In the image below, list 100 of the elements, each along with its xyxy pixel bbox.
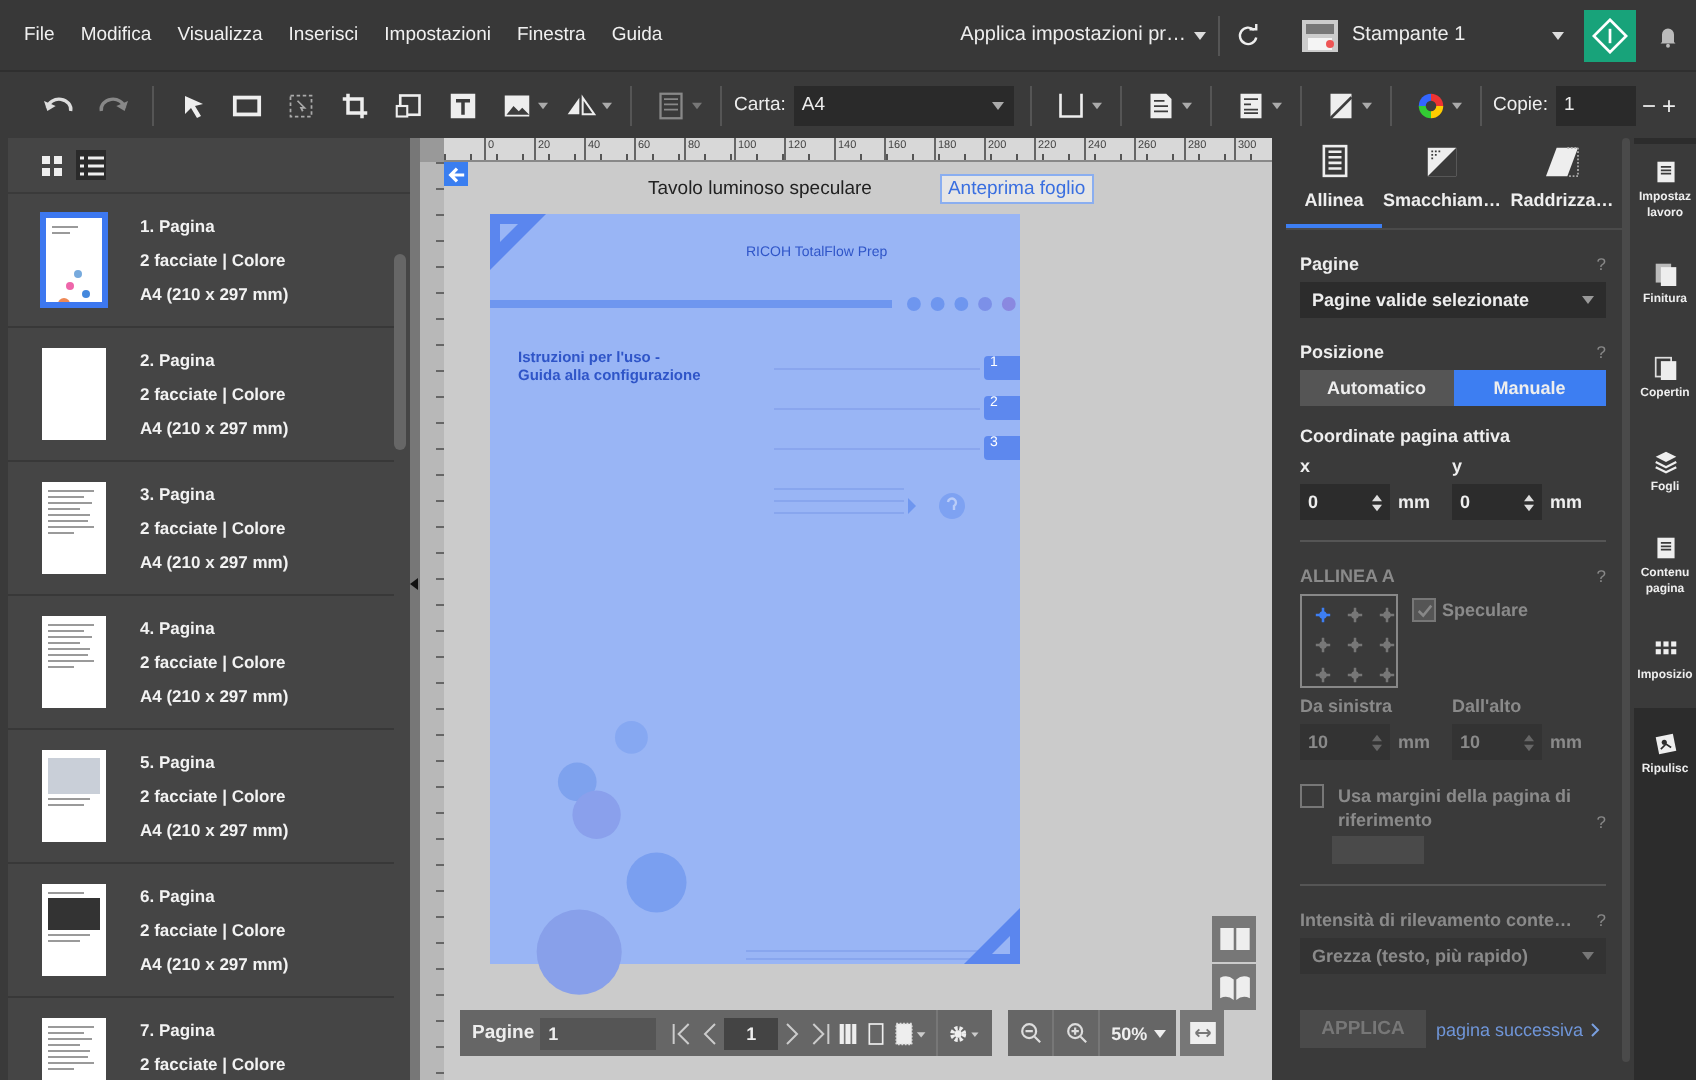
caret-icon xyxy=(1153,1029,1166,1037)
x-field[interactable]: 0 xyxy=(1300,484,1390,520)
first-page-icon[interactable] xyxy=(672,1021,693,1045)
unit-label: mm xyxy=(1398,492,1431,512)
decrement-button[interactable]: − xyxy=(1641,91,1656,119)
menu-item[interactable]: Impostazioni xyxy=(384,24,491,46)
paper-dropdown[interactable]: A4 xyxy=(793,85,1013,125)
layout-icon[interactable] xyxy=(656,91,686,119)
single-page-icon[interactable] xyxy=(866,1021,887,1045)
booklet-view-button[interactable] xyxy=(1212,964,1256,1010)
slash-page-icon[interactable] xyxy=(1325,91,1355,119)
panel-tab[interactable]: Smacchiam… xyxy=(1382,138,1502,228)
back-button[interactable] xyxy=(444,162,468,186)
page-title: 4. Pagina xyxy=(140,618,217,638)
menu-item[interactable]: Finestra xyxy=(516,24,586,46)
refresh-icon[interactable] xyxy=(1236,23,1260,47)
y-label: y xyxy=(1452,456,1465,476)
menu-item[interactable]: Modifica xyxy=(80,24,152,46)
next-page-icon[interactable] xyxy=(782,1021,803,1045)
start-button[interactable] xyxy=(1584,9,1636,61)
selection-frame-icon[interactable] xyxy=(286,91,316,119)
fit-page-icon[interactable] xyxy=(894,1021,927,1045)
caret-icon[interactable] xyxy=(1451,101,1461,109)
fit-width-button[interactable] xyxy=(1180,1010,1225,1056)
page-title: 2. Pagina xyxy=(140,350,217,370)
page-title: 7. Pagina xyxy=(140,1020,217,1040)
image-icon[interactable] xyxy=(502,91,532,119)
page-thumbnail[interactable] xyxy=(40,748,108,844)
caret-icon[interactable] xyxy=(1271,101,1281,109)
caret-icon[interactable] xyxy=(538,101,548,109)
transform-icon[interactable] xyxy=(394,91,424,119)
caret-icon xyxy=(991,101,1003,109)
color-wheel-icon[interactable] xyxy=(1415,91,1445,119)
bell-icon[interactable] xyxy=(1656,23,1680,47)
caret-icon[interactable] xyxy=(1361,101,1371,109)
printer-dropdown[interactable]: Stampante 1 xyxy=(1352,24,1552,46)
spinner-arrows-icon[interactable] xyxy=(1524,493,1535,511)
from-top-label: Dall'alto xyxy=(1452,696,1524,716)
caret-icon[interactable] xyxy=(1181,101,1191,109)
increment-button[interactable]: + xyxy=(1661,91,1676,119)
two-pages-icon xyxy=(1219,928,1249,950)
y-field[interactable]: 0 xyxy=(1452,484,1543,520)
align-to-title: ALLINEA A xyxy=(1300,566,1395,586)
caret-icon[interactable] xyxy=(1552,31,1564,39)
panel-tab[interactable]: Raddrizza… xyxy=(1502,138,1622,228)
unit-label: mm xyxy=(1550,732,1583,752)
spinner-arrows-icon[interactable] xyxy=(1372,493,1382,511)
text-tool-icon[interactable] xyxy=(448,91,478,119)
layers-icon xyxy=(1653,450,1677,474)
panel-tab[interactable]: Allinea xyxy=(1286,138,1382,228)
detection-label: Intensità di rilevamento conte… xyxy=(1300,910,1573,930)
copies-field[interactable]: 1 xyxy=(1555,85,1636,125)
skewed-page-icon xyxy=(1544,146,1580,178)
collapse-arrow-icon[interactable] xyxy=(410,578,418,590)
canvas-title: Tavolo luminoso speculare xyxy=(648,177,872,199)
two-page-view-button[interactable] xyxy=(1212,916,1256,962)
settings-icon[interactable] xyxy=(948,1021,981,1045)
preset-dropdown[interactable]: Applica impostazioni pr… xyxy=(960,24,1206,46)
document-icon xyxy=(1653,536,1677,560)
document-icon xyxy=(1653,160,1677,184)
rectangle-icon[interactable] xyxy=(232,91,262,119)
from-left-label: Da sinistra xyxy=(1300,696,1395,716)
coordinates-title: Coordinate pagina attiva xyxy=(1300,426,1513,446)
dots-drawing xyxy=(905,296,1020,312)
page-size: A4 (210 x 297 mm) xyxy=(140,284,289,304)
previous-page-icon[interactable] xyxy=(700,1021,721,1045)
page-thumbnail[interactable] xyxy=(40,212,108,308)
position-label: Posizione xyxy=(1300,342,1385,362)
grid-view-button[interactable] xyxy=(36,150,66,180)
page-thumbnail[interactable] xyxy=(40,882,108,978)
flip-icon[interactable] xyxy=(566,91,596,119)
scrollbar-thumb[interactable] xyxy=(394,254,406,450)
last-page-icon[interactable] xyxy=(810,1021,831,1045)
next-page-link[interactable]: pagina successiva xyxy=(1436,1019,1600,1039)
text-layout-icon[interactable] xyxy=(1235,91,1265,119)
crop-icon[interactable] xyxy=(340,91,370,119)
menu-item[interactable]: Guida xyxy=(611,24,663,46)
position-option[interactable]: Automatico xyxy=(1300,370,1453,406)
pages-field[interactable]: 1 xyxy=(540,1017,657,1049)
page-thumbnail[interactable] xyxy=(40,346,108,442)
page-thumbnail[interactable] xyxy=(40,480,108,576)
unit-label: mm xyxy=(1550,492,1583,512)
list-view-button[interactable] xyxy=(76,150,106,180)
edge-icon[interactable] xyxy=(1055,91,1085,119)
menu-item[interactable]: Inserisci xyxy=(288,24,359,46)
menu-item[interactable]: File xyxy=(24,24,55,46)
sheet-preview-button[interactable]: Anteprima foglio xyxy=(939,173,1094,203)
ruler-corner xyxy=(420,138,444,162)
current-page-field[interactable]: 1 xyxy=(724,1017,779,1049)
document-icon[interactable] xyxy=(1145,91,1175,119)
x-label: x xyxy=(1300,456,1313,476)
fit-height-icon[interactable] xyxy=(838,1021,859,1045)
caret-icon[interactable] xyxy=(602,101,612,109)
caret-icon[interactable] xyxy=(1091,101,1101,109)
page-thumbnail[interactable] xyxy=(40,614,108,710)
pages-dropdown[interactable]: Pagine valide selezionate xyxy=(1300,282,1606,318)
fit-width-icon xyxy=(1189,1022,1216,1044)
page-title: 1. Pagina xyxy=(140,216,217,236)
menu-item[interactable]: Visualizza xyxy=(177,24,263,46)
question-mark-icon xyxy=(908,492,968,520)
